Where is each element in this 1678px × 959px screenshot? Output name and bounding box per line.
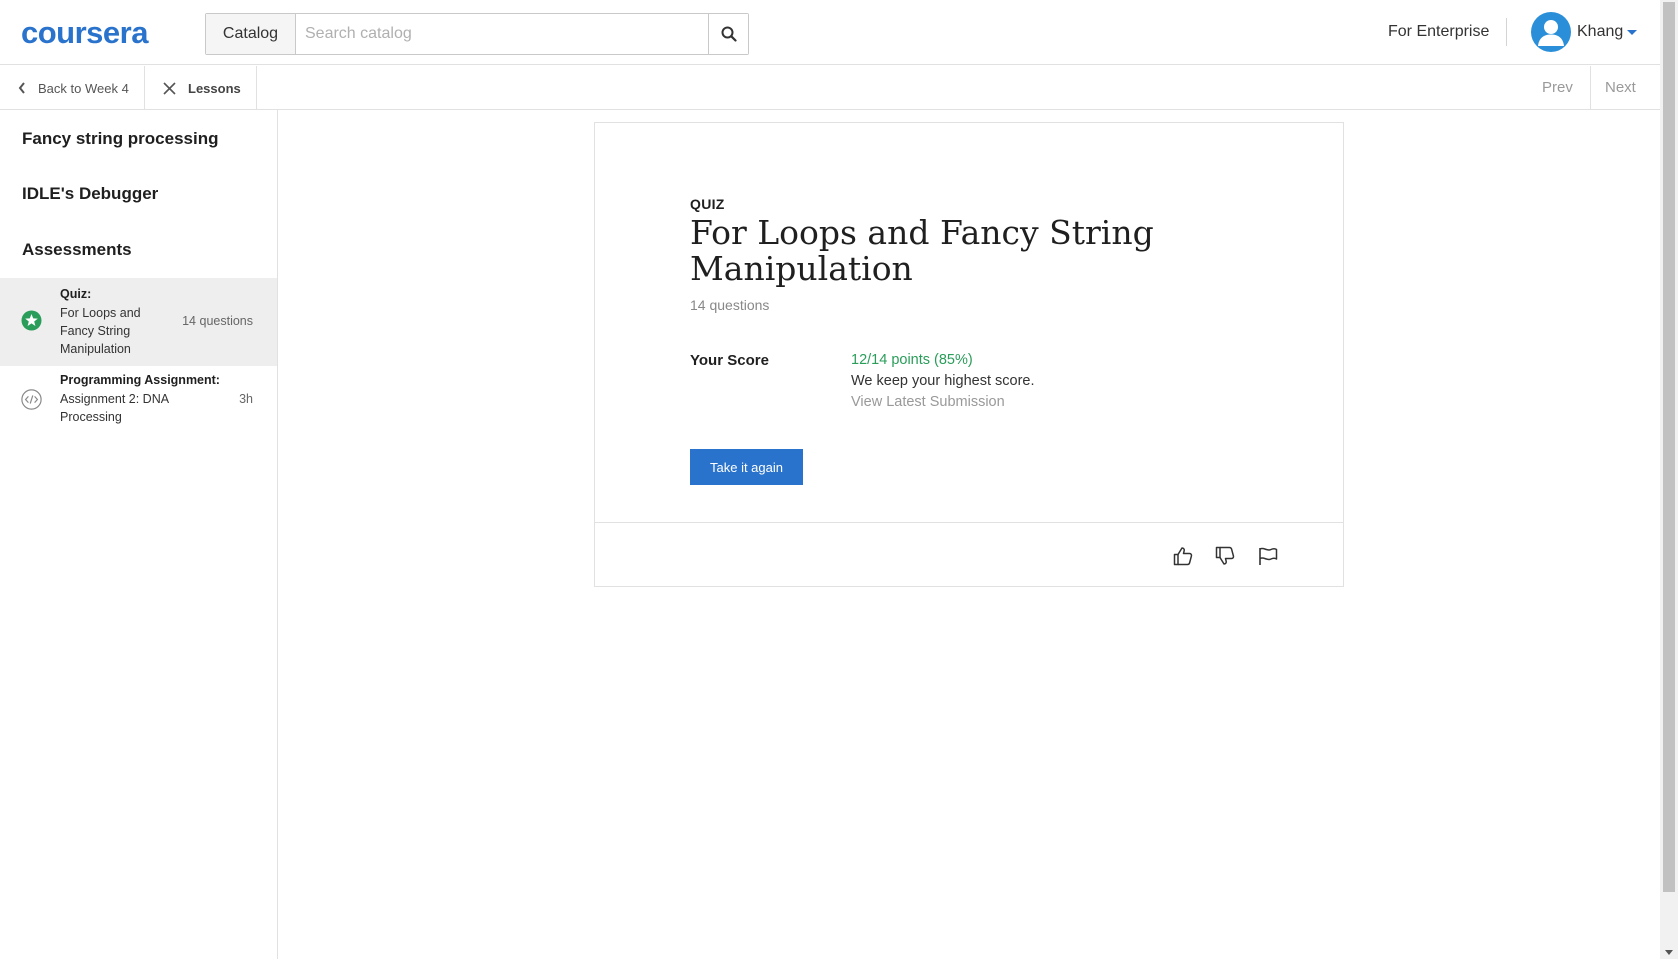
top-header: coursera Catalog For Enterprise Khang (0, 0, 1660, 65)
score-note: We keep your highest score. (851, 373, 1035, 389)
chevron-down-icon[interactable] (1627, 30, 1637, 35)
sidebar-item-meta: 3h (239, 392, 253, 406)
sidebar-item-type: Programming Assignment: (60, 373, 220, 387)
sidebar-item-name-line: Fancy String (60, 324, 131, 338)
sidebar-section-assessments[interactable]: Assessments (22, 240, 132, 260)
close-icon (163, 81, 176, 95)
search-bar: Catalog (205, 13, 749, 55)
sidebar-item-type: Quiz: (60, 287, 92, 301)
title-line: For Loops and Fancy String (690, 213, 1154, 252)
user-name[interactable]: Khang (1577, 23, 1623, 41)
thumbs-down-icon[interactable] (1214, 545, 1236, 567)
for-enterprise-link[interactable]: For Enterprise (1388, 23, 1489, 41)
sidebar-item-programming-assignment[interactable]: Programming Assignment: Assignment 2: DN… (0, 366, 277, 438)
lesson-nav-bar: Back to Week 4 Lessons Prev Next (0, 66, 1660, 110)
flag-icon[interactable] (1257, 545, 1279, 567)
sidebar-item-name-line: Assignment 2: DNA (60, 392, 170, 406)
coursera-logo[interactable]: coursera (21, 17, 148, 49)
quiz-card: QUIZ For Loops and Fancy String Manipula… (594, 122, 1344, 587)
lessons-sidebar: Fancy string processing IDLE's Debugger … (0, 110, 278, 959)
sidebar-item-name-line: Manipulation (60, 342, 131, 356)
back-to-week-link[interactable]: Back to Week 4 (0, 66, 145, 110)
lessons-label: Lessons (188, 80, 241, 96)
take-it-again-button[interactable]: Take it again (690, 449, 803, 485)
user-avatar-icon[interactable] (1531, 12, 1571, 52)
sidebar-section-fancy-string[interactable]: Fancy string processing (22, 129, 219, 149)
search-button[interactable] (708, 14, 748, 54)
sidebar-item-name-line: Processing (60, 410, 122, 424)
completed-star-icon (21, 310, 42, 331)
search-input[interactable] (296, 14, 708, 54)
sidebar-section-idle-debugger[interactable]: IDLE's Debugger (22, 184, 158, 204)
view-latest-submission-link[interactable]: View Latest Submission (851, 394, 1005, 410)
question-count: 14 questions (690, 297, 770, 313)
prev-link[interactable]: Prev (1542, 79, 1573, 96)
scrollbar-thumb[interactable] (1663, 2, 1675, 892)
thumbs-up-icon[interactable] (1172, 545, 1194, 567)
back-to-week-label: Back to Week 4 (38, 80, 129, 96)
catalog-button[interactable]: Catalog (206, 14, 296, 54)
sidebar-item-name-line: For Loops and (60, 306, 141, 320)
scroll-down-arrow-icon[interactable] (1665, 950, 1673, 955)
code-icon (21, 389, 42, 410)
page-scrollbar[interactable] (1660, 0, 1678, 959)
nav-divider (1590, 66, 1591, 110)
sidebar-item-meta: 14 questions (182, 314, 253, 328)
chevron-left-icon (18, 82, 25, 94)
score-value: 12/14 points (85%) (851, 352, 973, 368)
header-divider (1506, 18, 1507, 46)
next-link[interactable]: Next (1605, 79, 1636, 96)
item-type-label: QUIZ (690, 196, 725, 212)
score-label: Your Score (690, 352, 769, 369)
lessons-toggle[interactable]: Lessons (145, 66, 257, 110)
sidebar-item-quiz[interactable]: Quiz: For Loops and Fancy String Manipul… (0, 278, 277, 366)
title-line: Manipulation (690, 249, 913, 288)
feedback-bar (595, 522, 1343, 586)
search-icon (721, 26, 737, 42)
page-title: For Loops and Fancy String Manipulation (690, 215, 1250, 287)
